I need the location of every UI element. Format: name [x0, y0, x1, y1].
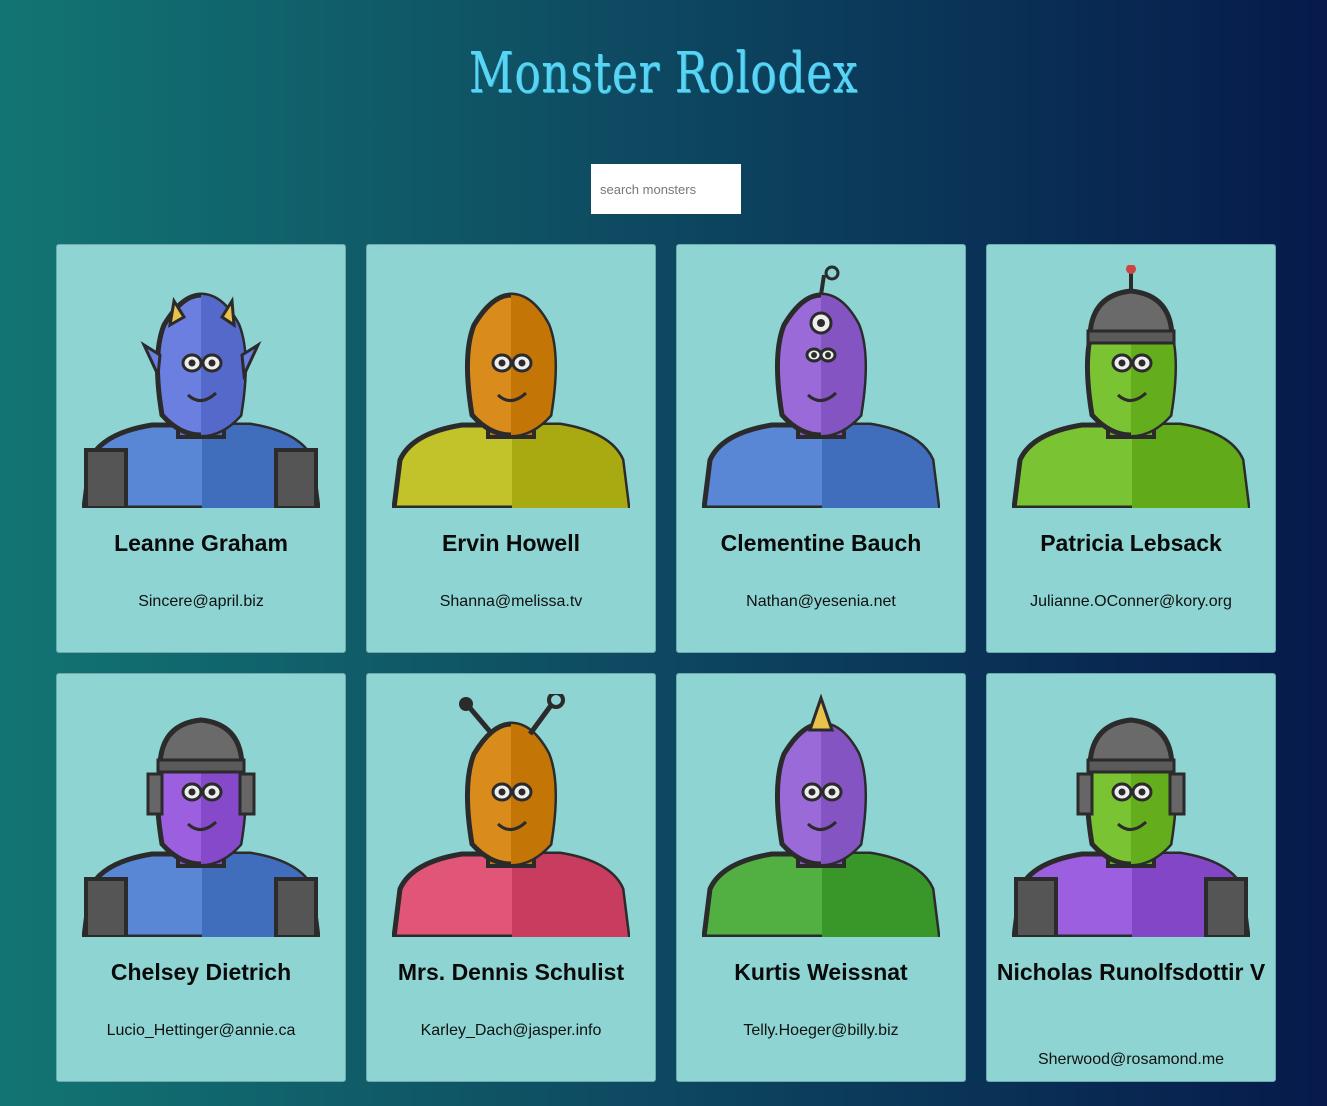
monster-card[interactable]: Patricia Lebsack Julianne.OConner@kory.o…: [986, 244, 1276, 653]
monster-email: Lucio_Hettinger@annie.ca: [106, 1022, 296, 1039]
app-title: Monster Rolodex: [468, 41, 859, 106]
monster-avatar: [82, 717, 320, 937]
card-list: Leanne Graham Sincere@april.biz Ervin Ho…: [56, 244, 1276, 1082]
monster-name: Nicholas Runolfsdottir V: [996, 959, 1266, 985]
monster-avatar: [1012, 265, 1250, 508]
monster-avatar: [392, 694, 630, 937]
monster-avatar: [82, 292, 320, 508]
monster-avatar: [702, 694, 940, 937]
monster-card[interactable]: Leanne Graham Sincere@april.biz: [56, 244, 346, 653]
monster-email: Karley_Dach@jasper.info: [420, 1022, 602, 1039]
monster-card[interactable]: Clementine Bauch Nathan@yesenia.net: [676, 244, 966, 653]
monster-card[interactable]: Kurtis Weissnat Telly.Hoeger@billy.biz: [676, 673, 966, 1082]
monster-name: Mrs. Dennis Schulist: [397, 959, 625, 985]
monster-email: Nathan@yesenia.net: [746, 593, 896, 610]
monster-name: Clementine Bauch: [720, 530, 922, 556]
monster-email: Shanna@melissa.tv: [439, 593, 583, 610]
monster-email: Telly.Hoeger@billy.biz: [743, 1022, 899, 1039]
monster-avatar: [392, 292, 630, 508]
monster-card[interactable]: Nicholas Runolfsdottir V Sherwood@rosamo…: [986, 673, 1276, 1082]
search-input[interactable]: [591, 164, 741, 214]
monster-email: Sherwood@rosamond.me: [1037, 1051, 1225, 1068]
monster-avatar: [1012, 717, 1250, 937]
monster-email: Sincere@april.biz: [138, 593, 264, 610]
monster-email: Julianne.OConner@kory.org: [1030, 593, 1232, 610]
monster-name: Chelsey Dietrich: [110, 959, 292, 985]
monster-name: Leanne Graham: [114, 530, 288, 556]
monster-card[interactable]: Mrs. Dennis Schulist Karley_Dach@jasper.…: [366, 673, 656, 1082]
monster-card[interactable]: Chelsey Dietrich Lucio_Hettinger@annie.c…: [56, 673, 346, 1082]
monster-name: Patricia Lebsack: [1040, 530, 1222, 556]
monster-name: Kurtis Weissnat: [734, 959, 908, 985]
monster-avatar: [702, 265, 940, 508]
monster-name: Ervin Howell: [441, 530, 581, 556]
monster-card[interactable]: Ervin Howell Shanna@melissa.tv: [366, 244, 656, 653]
